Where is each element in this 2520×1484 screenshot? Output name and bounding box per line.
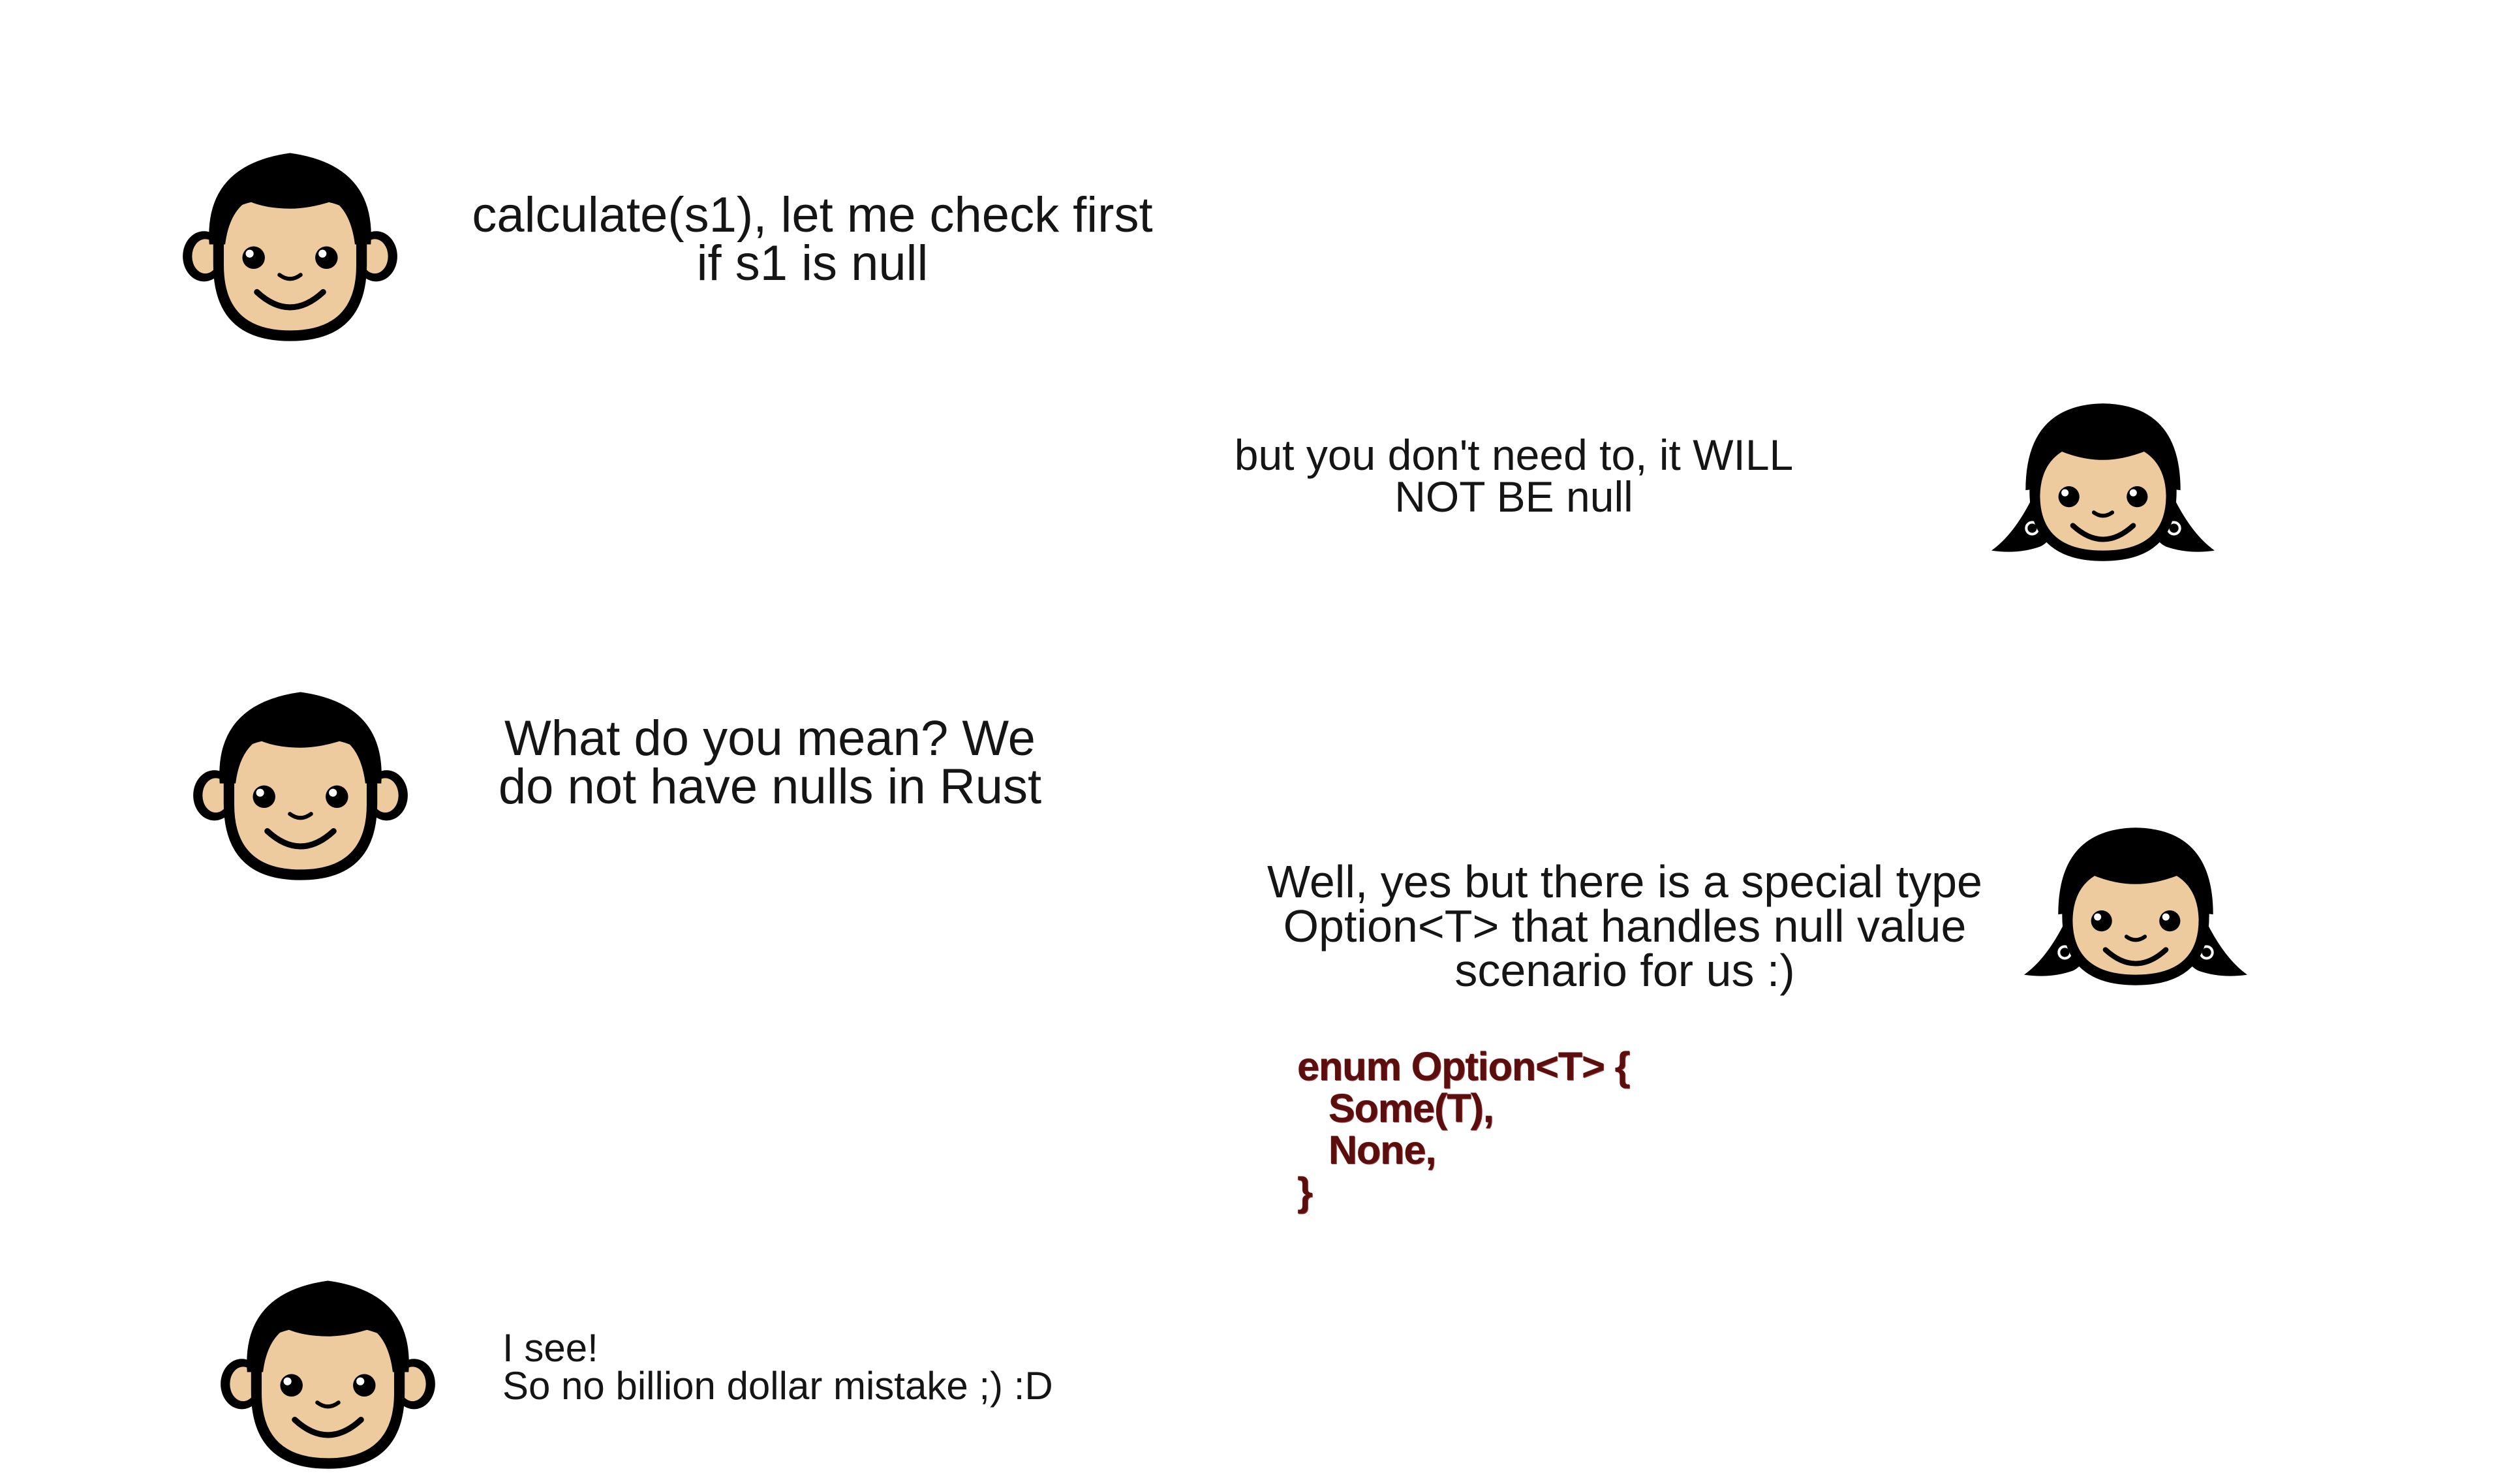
code-line-3: None, (1297, 1128, 1436, 1172)
message-2-line-2: NOT BE null (1394, 472, 1633, 521)
message-5-line-2: So no billion dollar mistake ;) :D (502, 1364, 1053, 1408)
boy-face-icon (215, 1273, 440, 1472)
message-1-line-1: calculate(s1), let me check first (472, 187, 1153, 243)
code-line-2: Some(T), (1297, 1086, 1494, 1130)
girl-face-icon (1991, 399, 2215, 564)
message-3-line-1: What do you mean? We (504, 711, 1036, 766)
message-4-line-1: Well, yes but there is a special type (1267, 856, 1982, 907)
message-4-line-2: Option<T> that handles null value (1283, 901, 1967, 951)
message-1-line-2: if s1 is null (696, 236, 929, 291)
message-3-line-2: do not have nulls in Rust (498, 759, 1042, 814)
boy-face-icon (188, 684, 413, 883)
message-4-line-3: scenario for us :) (1454, 945, 1795, 996)
boy-face-icon (177, 145, 403, 344)
message-5-line-1: I see! (502, 1326, 598, 1370)
girl-face-icon (2024, 824, 2247, 988)
code-snippet: enum Option<T> { Some(T), None, } (1297, 1047, 1754, 1216)
message-2-line-1: but you don't need to, it WILL (1234, 431, 1794, 479)
code-line-4: } (1297, 1169, 1313, 1214)
code-line-1: enum Option<T> { (1297, 1044, 1630, 1089)
